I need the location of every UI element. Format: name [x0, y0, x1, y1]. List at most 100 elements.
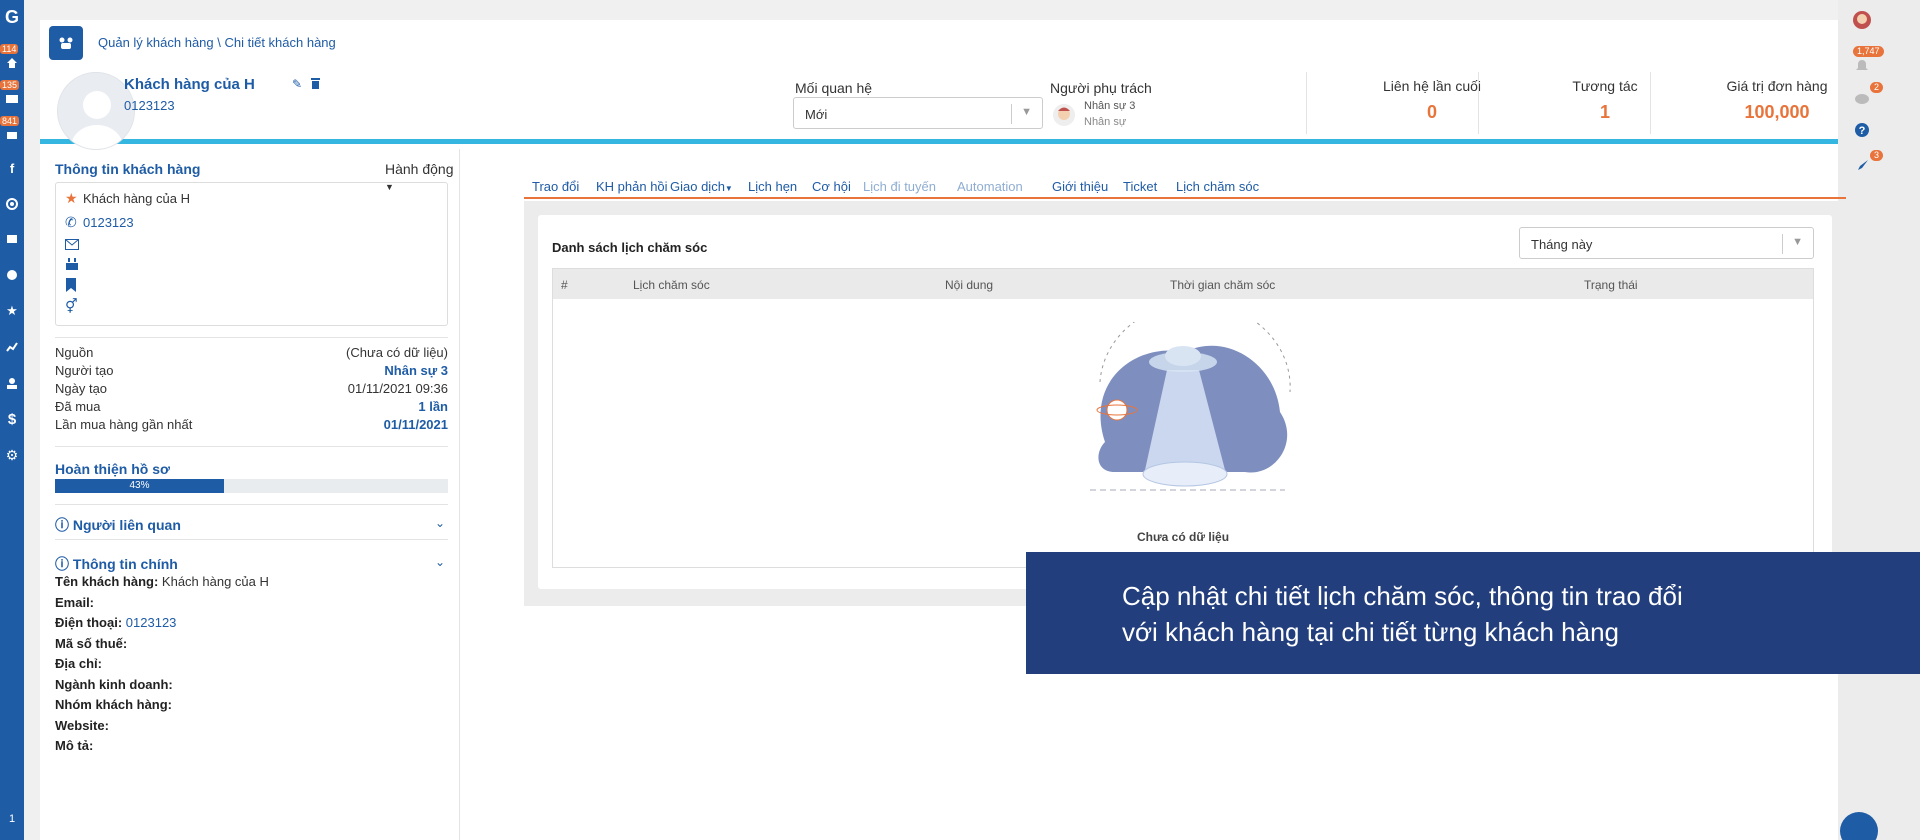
field-phone: Điện thoại: 0123123	[55, 615, 176, 630]
promo-banner: Cập nhật chi tiết lịch chăm sóc, thông t…	[1026, 552, 1920, 674]
info-circle-icon: ⓘ	[55, 517, 69, 533]
email-row	[65, 237, 83, 253]
contact-box: ★ Khách hàng của H ✆ 0123123 ⚥	[55, 182, 448, 326]
tab-trao-doi[interactable]: Trao đổi	[532, 179, 579, 194]
col-schedule: Lịch chăm sóc	[633, 278, 710, 292]
user-avatar-icon[interactable]	[1852, 10, 1872, 30]
customer-phone: 0123123	[124, 98, 175, 113]
shop-icon[interactable]	[0, 228, 24, 250]
phone-icon: ✆	[65, 214, 77, 230]
divider	[1306, 72, 1307, 134]
col-index: #	[561, 278, 568, 292]
stat-last-contact: Liên hệ lần cuối 0	[1347, 78, 1517, 123]
chevron-down-icon[interactable]: ⌄	[435, 555, 445, 569]
chart-icon[interactable]	[0, 336, 24, 358]
period-value: Tháng này	[1531, 237, 1593, 252]
facebook-icon[interactable]: f	[0, 157, 24, 179]
main-info-section[interactable]: ⓘ Thông tin chính	[55, 554, 178, 574]
detail-row: Đã mua 1 lần	[55, 399, 448, 414]
profile-progress-bar: 43%	[55, 479, 448, 493]
field-value[interactable]: 0123123	[126, 615, 177, 630]
tab-co-hoi[interactable]: Cơ hội	[812, 179, 851, 194]
mail-icon[interactable]	[0, 88, 24, 110]
tab-gioi-thieu[interactable]: Giới thiệu	[1052, 179, 1108, 194]
relationship-select[interactable]: Mới ▼	[793, 97, 1043, 129]
field-value: Khách hàng của H	[161, 574, 269, 589]
tab-lich-hen[interactable]: Lịch hẹn	[748, 179, 797, 194]
rocket-icon[interactable]	[1852, 156, 1872, 176]
profile-completion-title: Hoàn thiện hồ sơ	[55, 461, 170, 477]
select-separator	[1782, 234, 1783, 254]
banner-line-1: Cập nhật chi tiết lịch chăm sóc, thông t…	[1122, 581, 1683, 611]
stat-label: Liên hệ lần cuối	[1382, 78, 1482, 94]
period-select[interactable]: Tháng này ▼	[1519, 227, 1814, 259]
stat-label: Giá trị đơn hàng	[1726, 78, 1828, 94]
users-icon	[49, 26, 83, 60]
detail-key: Lần mua hàng gần nhất	[55, 417, 193, 432]
field-key: Địa chỉ:	[55, 656, 102, 671]
cart-icon[interactable]	[0, 124, 24, 146]
tab-label: Giao dịch	[670, 179, 725, 194]
main-info-title: Thông tin chính	[72, 556, 178, 572]
col-time: Thời gian chăm sóc	[1170, 278, 1276, 292]
field-tax: Mã số thuế:	[55, 636, 127, 651]
field-address: Địa chỉ:	[55, 656, 102, 671]
relationship-value: Mới	[805, 107, 828, 122]
logo-icon[interactable]: G	[0, 6, 24, 28]
coins-icon[interactable]	[0, 264, 24, 286]
phone-text[interactable]: 0123123	[83, 215, 134, 230]
detail-value: 01/11/2021 09:36	[347, 381, 448, 396]
person-role: Nhân sự	[1084, 116, 1127, 128]
field-key: Ngành kinh doanh:	[55, 677, 173, 692]
gender-row: ⚥	[65, 298, 83, 315]
detail-key: Nguồn	[55, 345, 94, 360]
field-name: Tên khách hàng: Khách hàng của H	[55, 574, 269, 589]
field-key: Tên khách hàng:	[55, 574, 159, 589]
detail-value: 1 lần	[418, 399, 448, 414]
divider	[55, 446, 448, 447]
star-icon[interactable]: ★	[0, 300, 24, 322]
related-section[interactable]: ⓘ Người liên quan	[55, 515, 181, 535]
relationship-label: Mối quan hệ	[795, 80, 873, 96]
divider	[55, 504, 448, 505]
customer-name: Khách hàng của H	[124, 76, 255, 93]
main-content: Quản lý khách hàng \ Chi tiết khách hàng…	[40, 20, 1846, 840]
tab-bar: Trao đổi KH phản hồi Giao dịch▼ Lịch hẹn…	[524, 169, 1846, 205]
target-icon[interactable]	[0, 193, 24, 215]
gear-icon[interactable]: ⚙	[0, 444, 24, 466]
detail-key: Người tạo	[55, 363, 114, 378]
tab-kh-phan-hoi[interactable]: KH phản hồi	[596, 179, 668, 194]
related-title: Người liên quan	[72, 517, 181, 533]
home-icon[interactable]	[0, 52, 24, 74]
tab-ticket[interactable]: Ticket	[1123, 179, 1157, 194]
dollar-icon[interactable]: $	[0, 408, 24, 430]
info-circle-icon: ⓘ	[55, 556, 69, 572]
tab-giao-dich[interactable]: Giao dịch▼	[670, 179, 733, 194]
users-icon[interactable]	[0, 372, 24, 394]
delete-icon[interactable]	[310, 77, 323, 90]
edit-icon[interactable]: ✎	[292, 77, 305, 91]
help-icon[interactable]: ?	[1852, 120, 1872, 140]
panel-title: Thông tin khách hàng	[55, 161, 201, 177]
select-separator	[1011, 104, 1012, 124]
detail-value: Nhân sự 3	[384, 363, 448, 378]
person-avatar[interactable]	[1052, 103, 1076, 127]
person-name: Nhân sự 3	[1084, 100, 1136, 112]
bell-icon[interactable]	[1852, 56, 1872, 76]
detail-key: Ngày tạo	[55, 381, 108, 396]
customer-info-panel: Thông tin khách hàng Hành động ▼ ★ Khách …	[40, 149, 460, 840]
person-in-charge-label: Người phụ trách	[1050, 80, 1152, 96]
detail-value: (Chưa có dữ liệu)	[346, 345, 448, 360]
field-website: Website:	[55, 718, 109, 733]
tab-lich-di-tuyen[interactable]: Lịch đi tuyến	[863, 179, 936, 194]
divider	[55, 539, 448, 540]
field-description: Mô tả:	[55, 738, 93, 753]
field-key: Website:	[55, 718, 109, 733]
tab-automation[interactable]: Automation	[957, 179, 1023, 194]
chevron-down-icon[interactable]: ⌄	[435, 516, 445, 530]
banner-text: Cập nhật chi tiết lịch chăm sóc, thông t…	[1122, 578, 1683, 650]
divider	[1478, 72, 1479, 134]
name-row: ★ Khách hàng của H	[65, 190, 190, 207]
envelope-icon	[65, 237, 83, 253]
breadcrumb[interactable]: Quản lý khách hàng \ Chi tiết khách hàng	[98, 35, 336, 50]
